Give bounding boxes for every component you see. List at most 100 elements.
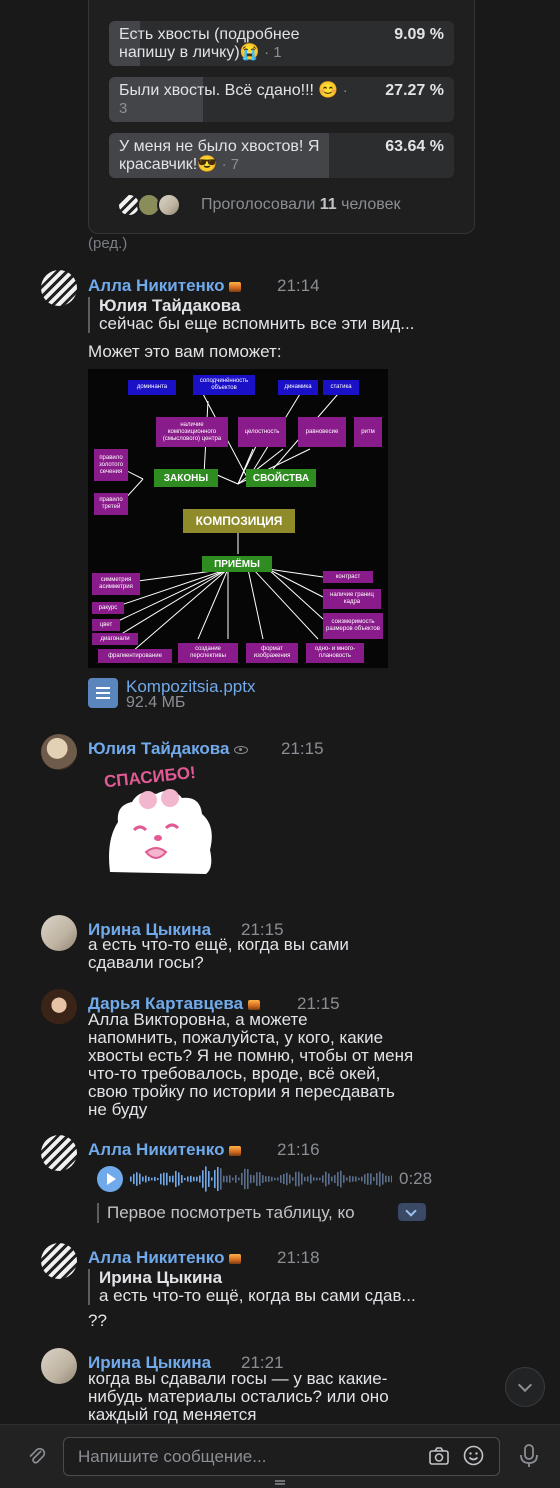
diagram-node: одно- и много-плановость bbox=[306, 643, 364, 663]
waveform-bar bbox=[391, 1175, 392, 1183]
waveform-bar bbox=[352, 1176, 354, 1182]
thank-you-sticker[interactable]: СПАСИБО! bbox=[96, 760, 226, 890]
resize-handle[interactable] bbox=[275, 1480, 285, 1485]
waveform-bar bbox=[169, 1175, 171, 1183]
waveform-bar bbox=[199, 1175, 201, 1183]
diagram-node: контраст bbox=[323, 571, 373, 583]
message-input[interactable] bbox=[78, 1445, 408, 1469]
diagram-node-laws: ЗАКОНЫ bbox=[154, 469, 218, 487]
voter-avatar bbox=[157, 193, 181, 217]
diagram-node-properties: СВОЙСТВА bbox=[246, 469, 316, 487]
avatar[interactable] bbox=[41, 1243, 77, 1279]
waveform-bar bbox=[244, 1168, 246, 1190]
poll-option-1[interactable]: Есть хвосты (подробнее напишу в личку)😭 … bbox=[109, 21, 454, 66]
diagram-node: равновесие bbox=[298, 417, 346, 447]
expand-transcript-button[interactable] bbox=[398, 1203, 426, 1221]
waveform-bar bbox=[385, 1175, 387, 1183]
avatar[interactable] bbox=[41, 734, 77, 770]
camera-icon[interactable] bbox=[429, 1447, 449, 1465]
message-time: 21:15 bbox=[281, 739, 324, 758]
waveform-bar bbox=[337, 1171, 339, 1187]
eye-icon bbox=[234, 745, 249, 754]
waveform-bar bbox=[241, 1172, 243, 1186]
diagram-node: формат изображения bbox=[246, 643, 298, 663]
author-name: Юлия Тайдакова bbox=[88, 739, 230, 758]
composition-diagram-image[interactable]: доминанта соподчинённость объектов динам… bbox=[88, 369, 388, 668]
waveform-bar bbox=[133, 1173, 135, 1185]
waveform-bar bbox=[190, 1175, 192, 1183]
waveform-bar bbox=[349, 1175, 351, 1183]
waveform-bar bbox=[166, 1172, 168, 1186]
microphone-icon[interactable] bbox=[519, 1444, 539, 1468]
quote-text: а есть что-то ещё, когда вы сами сдав... bbox=[99, 1286, 416, 1305]
waveform-bar bbox=[307, 1176, 309, 1182]
waveform-bar bbox=[370, 1173, 372, 1185]
message-author[interactable]: Алла Никитенко bbox=[88, 1248, 242, 1268]
document-icon[interactable] bbox=[88, 678, 118, 708]
waveform-bar bbox=[376, 1173, 378, 1185]
waveform-bar bbox=[232, 1177, 234, 1181]
avatar[interactable] bbox=[41, 915, 77, 951]
waveform-bar bbox=[235, 1175, 237, 1183]
waveform-bar bbox=[229, 1175, 231, 1183]
reply-quote[interactable]: Юлия Тайдакова сейчас бы еще вспомнить в… bbox=[88, 297, 414, 333]
diagram-node: статика bbox=[323, 380, 359, 395]
poll-option-3[interactable]: У меня не было хвостов! Я красавчик!😎 · … bbox=[109, 133, 454, 178]
voter-avatars[interactable] bbox=[117, 193, 181, 217]
sticker-text: СПАСИБО! bbox=[103, 763, 196, 792]
message-author[interactable]: Алла Никитенко bbox=[88, 276, 242, 296]
poll-voted-prefix: Проголосовали bbox=[201, 196, 316, 213]
edited-label: (ред.) bbox=[88, 235, 128, 252]
waveform-bar bbox=[250, 1174, 252, 1184]
message-text: когда вы сдавали госы — у вас какие- ниб… bbox=[88, 1369, 389, 1424]
voice-waveform[interactable] bbox=[130, 1164, 392, 1194]
avatar[interactable] bbox=[41, 989, 77, 1025]
diagram-node: доминанта bbox=[128, 380, 176, 395]
waveform-bar bbox=[184, 1177, 186, 1181]
waveform-bar bbox=[298, 1171, 300, 1187]
waveform-bar bbox=[277, 1177, 279, 1181]
waveform-bar bbox=[373, 1177, 375, 1181]
badge-icon bbox=[229, 281, 242, 292]
quote-text: сейчас бы еще вспомнить все эти вид... bbox=[99, 314, 415, 333]
waveform-bar bbox=[361, 1176, 363, 1182]
waveform-bar bbox=[163, 1172, 165, 1186]
scroll-down-button[interactable] bbox=[505, 1367, 545, 1407]
poll-option-2[interactable]: Были хвосты. Всё сдано!!! 😊 · 3 27.27 % bbox=[109, 77, 454, 122]
message-author[interactable]: Алла Никитенко bbox=[88, 1140, 242, 1160]
waveform-bar bbox=[274, 1177, 276, 1181]
message-author[interactable]: Юлия Тайдакова bbox=[88, 739, 249, 759]
message-text: Алла Викторовна, а можете напомнить, пож… bbox=[88, 1010, 414, 1119]
waveform-bar bbox=[208, 1171, 210, 1187]
waveform-bar bbox=[358, 1177, 360, 1181]
author-name: Алла Никитенко bbox=[88, 1140, 225, 1159]
waveform-bar bbox=[328, 1173, 330, 1185]
waveform-bar bbox=[295, 1171, 297, 1187]
waveform-bar bbox=[316, 1177, 318, 1181]
waveform-bar bbox=[355, 1176, 357, 1182]
waveform-bar bbox=[136, 1172, 138, 1186]
avatar[interactable] bbox=[41, 270, 77, 306]
message-time: 21:16 bbox=[277, 1140, 320, 1159]
poll-option-text: У меня не было хвостов! Я красавчик!😎 bbox=[119, 138, 320, 173]
waveform-bar bbox=[157, 1177, 159, 1181]
message-time: 21:14 bbox=[277, 276, 320, 295]
play-button[interactable] bbox=[97, 1166, 123, 1192]
poll-voted-summary[interactable]: Проголосовали 11 человек bbox=[201, 196, 400, 214]
avatar[interactable] bbox=[41, 1348, 77, 1384]
waveform-bar bbox=[325, 1171, 327, 1187]
diagram-node: цвет bbox=[92, 619, 120, 631]
waveform-bar bbox=[379, 1171, 381, 1187]
diagram-node: целостность bbox=[238, 417, 286, 447]
waveform-bar bbox=[331, 1176, 333, 1182]
paperclip-icon[interactable] bbox=[26, 1445, 48, 1467]
poll-option-percent: 9.09 % bbox=[394, 26, 444, 43]
message-text: ?? bbox=[88, 1311, 107, 1330]
diagram-node-techniques: ПРИЁМЫ bbox=[202, 556, 272, 572]
emoji-icon[interactable] bbox=[463, 1445, 484, 1466]
avatar[interactable] bbox=[41, 1135, 77, 1171]
waveform-bar bbox=[313, 1177, 315, 1181]
author-name: Алла Никитенко bbox=[88, 1248, 225, 1267]
badge-icon bbox=[248, 999, 261, 1010]
reply-quote[interactable]: Ирина Цыкина а есть что-то ещё, когда вы… bbox=[88, 1269, 416, 1305]
